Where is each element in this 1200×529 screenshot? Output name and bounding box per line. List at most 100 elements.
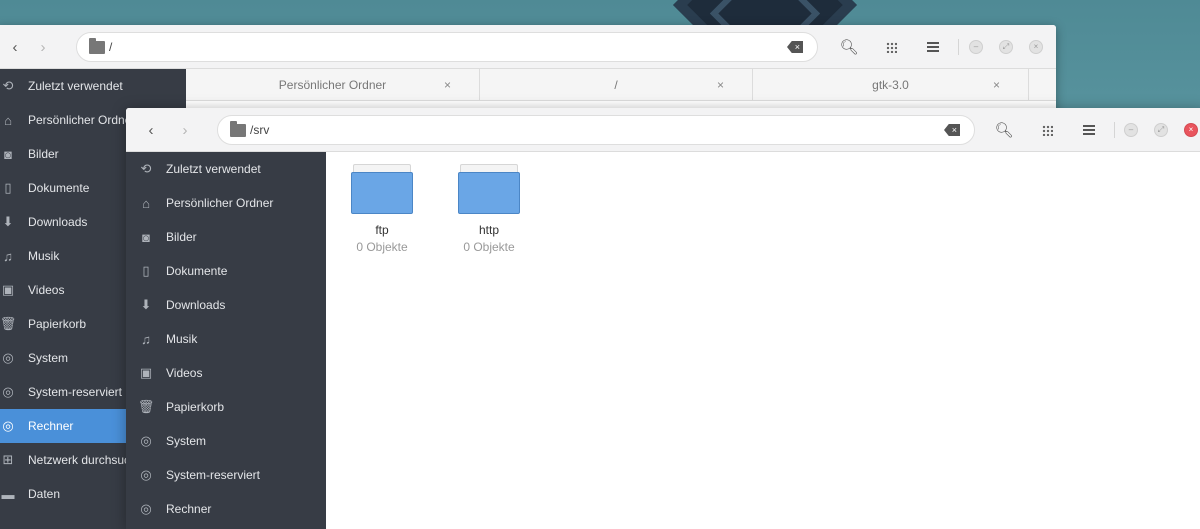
front-file-manager-window: ‹ › /srv × 🔍︎ – ⤢ × ⟲ Zuletzt verwendet ⌂… bbox=[126, 108, 1200, 529]
recent-icon: ⟲ bbox=[140, 161, 152, 176]
separator bbox=[958, 39, 959, 55]
grid-view-icon bbox=[1041, 124, 1053, 136]
sidebar-item-label: System bbox=[166, 434, 207, 448]
sidebar-item-pictures[interactable]: ◙ Bilder bbox=[126, 220, 326, 254]
sidebar-item-label: Videos bbox=[28, 283, 65, 297]
folder-item-http[interactable]: http 0 Objekte bbox=[444, 164, 534, 254]
sidebar-item-label: Downloads bbox=[166, 298, 226, 312]
sidebar-item-label: Rechner bbox=[166, 502, 212, 516]
front-maximize-button[interactable]: ⤢ bbox=[1154, 123, 1168, 137]
drive-icon: ◎ bbox=[140, 467, 152, 482]
back-maximize-button[interactable]: ⤢ bbox=[999, 40, 1013, 54]
back-view-toggle-button[interactable] bbox=[880, 36, 902, 58]
front-menu-button[interactable] bbox=[1078, 119, 1100, 141]
clear-text-icon[interactable]: × bbox=[944, 124, 960, 136]
sidebar-item-system[interactable]: ◎ System bbox=[126, 424, 326, 458]
search-icon: 🔍︎ bbox=[994, 122, 1014, 139]
front-view-toggle-button[interactable] bbox=[1036, 119, 1058, 141]
sidebar-item-label: System bbox=[28, 351, 69, 365]
sidebar-item-label: Persönlicher Ordner bbox=[166, 196, 274, 210]
folder-item-ftp[interactable]: ftp 0 Objekte bbox=[337, 164, 427, 254]
front-location-bar[interactable]: /srv × bbox=[217, 115, 975, 145]
clear-text-icon[interactable]: × bbox=[787, 41, 803, 53]
maximize-icon: ⤢ bbox=[1157, 125, 1165, 134]
sidebar-item-computer[interactable]: ◎ Rechner bbox=[126, 492, 326, 526]
chevron-right-icon: › bbox=[40, 38, 46, 56]
menu-icon bbox=[1083, 125, 1095, 135]
grid-view-icon bbox=[885, 41, 897, 53]
video-icon: ▣ bbox=[139, 365, 153, 380]
folder-icon bbox=[351, 164, 413, 214]
back-minimize-button[interactable]: – bbox=[969, 40, 983, 54]
computer-icon: ◎ bbox=[2, 418, 14, 433]
sidebar-item-home[interactable]: ⌂ Persönlicher Ordner bbox=[126, 186, 326, 220]
tab-close-icon[interactable]: × bbox=[717, 78, 724, 92]
drive-icon: ◎ bbox=[140, 433, 152, 448]
chevron-right-icon: › bbox=[182, 121, 188, 139]
file-view: ftp 0 Objekte http 0 Objekte bbox=[326, 152, 1200, 529]
sidebar-item-label: Videos bbox=[166, 366, 203, 380]
sidebar-item-label: Rechner bbox=[28, 419, 74, 433]
minimize-icon: – bbox=[1128, 125, 1134, 134]
front-search-button[interactable]: 🔍︎ bbox=[993, 119, 1015, 141]
home-icon: ⌂ bbox=[4, 112, 12, 128]
sidebar-item-trash[interactable]: 🗑︎ Papierkorb bbox=[126, 390, 326, 424]
video-icon: ▣ bbox=[1, 282, 15, 297]
folder-icon: ▬ bbox=[1, 486, 15, 502]
back-close-button[interactable]: × bbox=[1029, 40, 1043, 54]
tab-gtk-3[interactable]: gtk-3.0 × bbox=[753, 69, 1029, 101]
music-icon: ♫ bbox=[141, 331, 151, 347]
tab-close-icon[interactable]: × bbox=[444, 78, 451, 92]
sidebar-item-label: Persönlicher Ordner bbox=[28, 113, 136, 127]
sidebar-item-label: Musik bbox=[166, 332, 198, 346]
folder-item-count: 0 Objekte bbox=[356, 240, 408, 254]
sidebar-item-recent[interactable]: ⟲ Zuletzt verwendet bbox=[0, 69, 186, 103]
document-icon: ▯ bbox=[4, 180, 12, 195]
tab-root[interactable]: / × bbox=[480, 69, 753, 101]
tab-label: gtk-3.0 bbox=[872, 78, 909, 92]
sidebar-item-label: Dokumente bbox=[166, 264, 228, 278]
chevron-left-icon: ‹ bbox=[12, 38, 18, 56]
front-close-button[interactable]: × bbox=[1184, 123, 1198, 137]
sidebar-item-music[interactable]: ♫ Musik bbox=[126, 322, 326, 356]
sidebar-item-system-reserved[interactable]: ◎ System-reserviert bbox=[126, 458, 326, 492]
sidebar-item-recent[interactable]: ⟲ Zuletzt verwendet bbox=[126, 152, 326, 186]
sidebar-item-label: Daten bbox=[28, 487, 61, 501]
close-icon: × bbox=[1188, 125, 1194, 134]
sidebar-item-label: Papierkorb bbox=[28, 317, 87, 331]
back-location-path: / bbox=[109, 40, 113, 54]
sidebar-item-label: Bilder bbox=[28, 147, 59, 161]
folder-icon bbox=[230, 120, 246, 137]
sidebar-item-downloads[interactable]: ⬇ Downloads bbox=[126, 288, 326, 322]
minimize-icon: – bbox=[973, 42, 979, 51]
tab-label: / bbox=[614, 78, 618, 92]
drive-icon: ◎ bbox=[2, 350, 14, 365]
document-icon: ▯ bbox=[142, 263, 150, 278]
sidebar-item-label: Papierkorb bbox=[166, 400, 225, 414]
sidebar-item-videos[interactable]: ▣ Videos bbox=[126, 356, 326, 390]
front-minimize-button[interactable]: – bbox=[1124, 123, 1138, 137]
sidebar-item-label: Musik bbox=[28, 249, 60, 263]
back-search-button[interactable]: 🔍︎ bbox=[838, 36, 860, 58]
drive-icon: ◎ bbox=[140, 501, 152, 516]
back-nav-back-button[interactable]: ‹ bbox=[4, 36, 26, 58]
tab-personal-folder[interactable]: Persönlicher Ordner × bbox=[186, 69, 480, 101]
back-headerbar: ‹ › / × 🔍︎ – ⤢ × bbox=[0, 25, 1056, 69]
sidebar-item-label: Zuletzt verwendet bbox=[28, 79, 123, 93]
front-nav-forward-button[interactable]: › bbox=[174, 119, 196, 141]
back-tab-bar: Persönlicher Ordner × / × gtk-3.0 × bbox=[186, 69, 1056, 101]
sidebar-item-documents[interactable]: ▯ Dokumente bbox=[126, 254, 326, 288]
folder-name: ftp bbox=[375, 223, 389, 237]
back-menu-button[interactable] bbox=[922, 36, 944, 58]
front-nav-back-button[interactable]: ‹ bbox=[140, 119, 162, 141]
recent-icon: ⟲ bbox=[2, 78, 14, 93]
sidebar-item-label: System-reserviert bbox=[28, 385, 123, 399]
back-location-bar[interactable]: / × bbox=[76, 32, 818, 62]
download-icon: ⬇ bbox=[2, 214, 14, 229]
tab-close-icon[interactable]: × bbox=[993, 78, 1000, 92]
tab-label: Persönlicher Ordner bbox=[278, 78, 387, 92]
folder-icon bbox=[458, 164, 520, 214]
trash-icon: 🗑︎ bbox=[0, 316, 17, 331]
back-nav-forward-button[interactable]: › bbox=[32, 36, 54, 58]
front-location-path: /srv bbox=[250, 123, 270, 137]
